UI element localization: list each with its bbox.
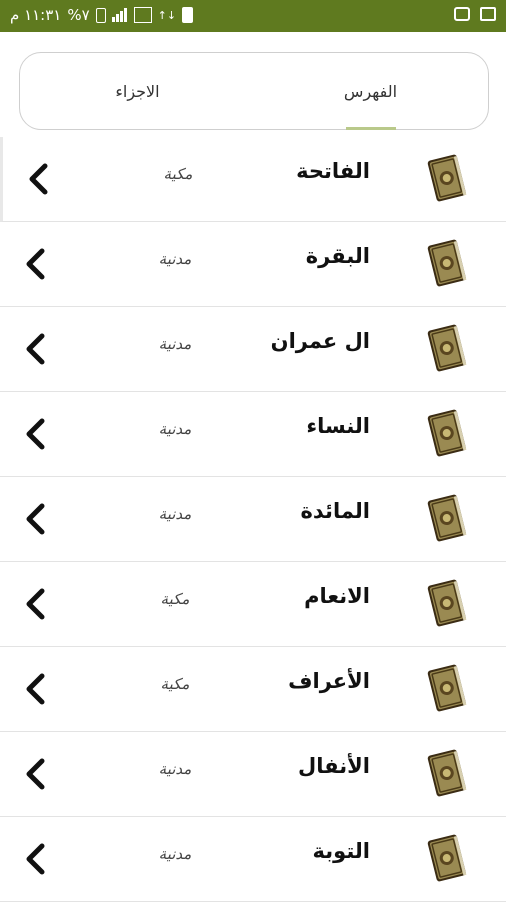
surah-row-1[interactable]: مدنية البقرة — [0, 222, 506, 307]
quran-book-icon — [427, 834, 467, 882]
quran-book-icon — [427, 749, 467, 797]
surah-name: النساء — [306, 414, 370, 438]
surah-row-8[interactable]: مدنية التوبة — [0, 817, 506, 902]
wifi-icon — [454, 7, 470, 21]
active-tab-indicator — [346, 127, 396, 130]
quran-book-icon — [427, 154, 467, 202]
signal-icon — [111, 8, 128, 22]
notification-icon — [182, 7, 194, 23]
surah-row-4[interactable]: مدنية المائدة — [0, 477, 506, 562]
quran-book-icon — [427, 409, 467, 457]
quran-book-icon — [427, 664, 467, 712]
chevron-left-icon[interactable] — [20, 841, 54, 877]
chevron-left-icon[interactable] — [20, 756, 54, 792]
status-bar: ١١:٣١ م %٧ ↑↓ — [0, 0, 506, 32]
surah-type: مكية — [160, 675, 190, 693]
sim-icon — [133, 7, 152, 23]
surah-type: مدنية — [158, 420, 192, 438]
surah-row-2[interactable]: مدنية ال عمران — [0, 307, 506, 392]
surah-row-3[interactable]: مدنية النساء — [0, 392, 506, 477]
surah-row-0[interactable]: مكية الفاتحة — [0, 137, 506, 222]
surah-name: البقرة — [305, 244, 370, 268]
surah-row-6[interactable]: مكية الأعراف — [0, 647, 506, 732]
image-icon — [480, 7, 496, 21]
tab-ajza[interactable]: الاجزاء — [20, 53, 255, 129]
surah-type: مدنية — [158, 335, 192, 353]
surah-name: المائدة — [300, 499, 370, 523]
tab-fihris-label: الفهرس — [343, 81, 398, 101]
status-right — [454, 7, 496, 21]
quran-book-icon — [427, 579, 467, 627]
chevron-left-icon[interactable] — [20, 671, 54, 707]
tab-bar: الاجزاء الفهرس — [19, 52, 489, 130]
surah-type: مدنية — [158, 250, 192, 268]
surah-name: الانعام — [304, 584, 370, 608]
surah-type: مدنية — [158, 845, 192, 863]
surah-name: الأنفال — [298, 754, 370, 778]
status-left: ١١:٣١ م %٧ ↑↓ — [10, 6, 194, 24]
surah-type: مدنية — [158, 505, 192, 523]
battery-icon — [95, 7, 106, 23]
quran-book-icon — [427, 494, 467, 542]
surah-type: مدنية — [158, 760, 192, 778]
chevron-left-icon[interactable] — [23, 161, 57, 197]
surah-name: ال عمران — [270, 329, 370, 353]
tab-fihris[interactable]: الفهرس — [253, 53, 488, 129]
battery-percent: %٧ — [67, 6, 90, 24]
chevron-left-icon[interactable] — [20, 501, 54, 537]
quran-book-icon — [427, 239, 467, 287]
tab-ajza-label: الاجزاء — [115, 81, 160, 101]
surah-row-5[interactable]: مكية الانعام — [0, 562, 506, 647]
surah-row-7[interactable]: مدنية الأنفال — [0, 732, 506, 817]
chevron-left-icon[interactable] — [20, 246, 54, 282]
clock: ١١:٣١ م — [10, 6, 62, 24]
chevron-left-icon[interactable] — [20, 586, 54, 622]
chevron-left-icon[interactable] — [20, 416, 54, 452]
quran-book-icon — [427, 324, 467, 372]
surah-name: التوبة — [312, 839, 370, 863]
surah-name: الأعراف — [288, 669, 370, 693]
data-icon: ↑↓ — [157, 8, 177, 22]
chevron-left-icon[interactable] — [20, 331, 54, 367]
surah-list: مكية الفاتحة مدنية البقرة مدنية ال عمران… — [0, 137, 506, 902]
surah-type: مكية — [163, 165, 193, 183]
surah-name: الفاتحة — [296, 159, 370, 183]
surah-type: مكية — [160, 590, 190, 608]
